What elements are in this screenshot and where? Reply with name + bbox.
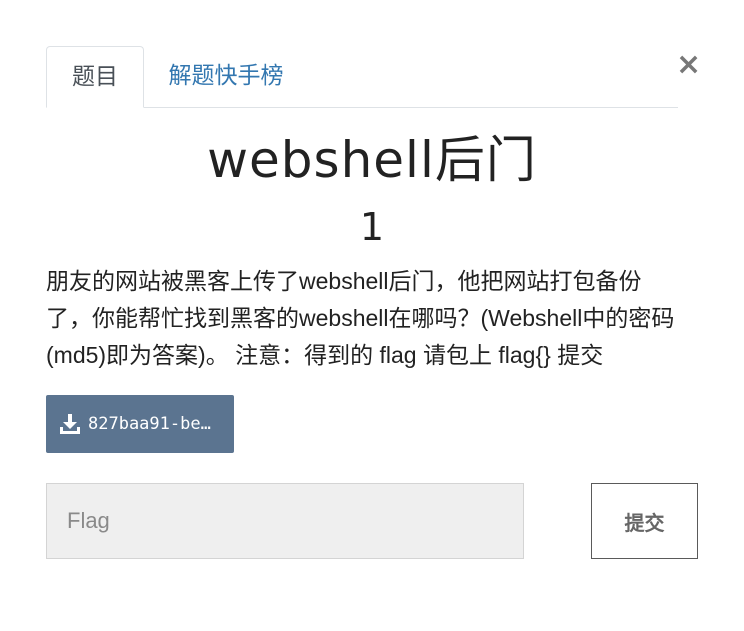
file-download-button[interactable]: 827baa91-be… — [46, 395, 234, 453]
flag-input[interactable] — [46, 483, 524, 559]
tab-bar: 题目 解题快手榜 — [46, 46, 678, 108]
tab-solves-leaderboard[interactable]: 解题快手榜 — [158, 46, 294, 107]
challenge-points: 1 — [359, 205, 385, 249]
submit-button[interactable]: 提交 — [591, 483, 698, 559]
tab-challenge[interactable]: 题目 — [46, 46, 144, 108]
close-icon[interactable]: × — [676, 50, 701, 80]
download-icon — [59, 413, 81, 435]
challenge-title: webshell后门 — [207, 131, 537, 189]
file-name-label: 827baa91-be… — [88, 414, 211, 434]
challenge-description: 朋友的网站被黑客上传了webshell后门，他把网站打包备份了，你能帮忙找到黑客… — [46, 268, 675, 368]
challenge-modal: 题目 解题快手榜 × webshell后门 1 朋友的网站被黑客上传了websh… — [0, 0, 744, 631]
